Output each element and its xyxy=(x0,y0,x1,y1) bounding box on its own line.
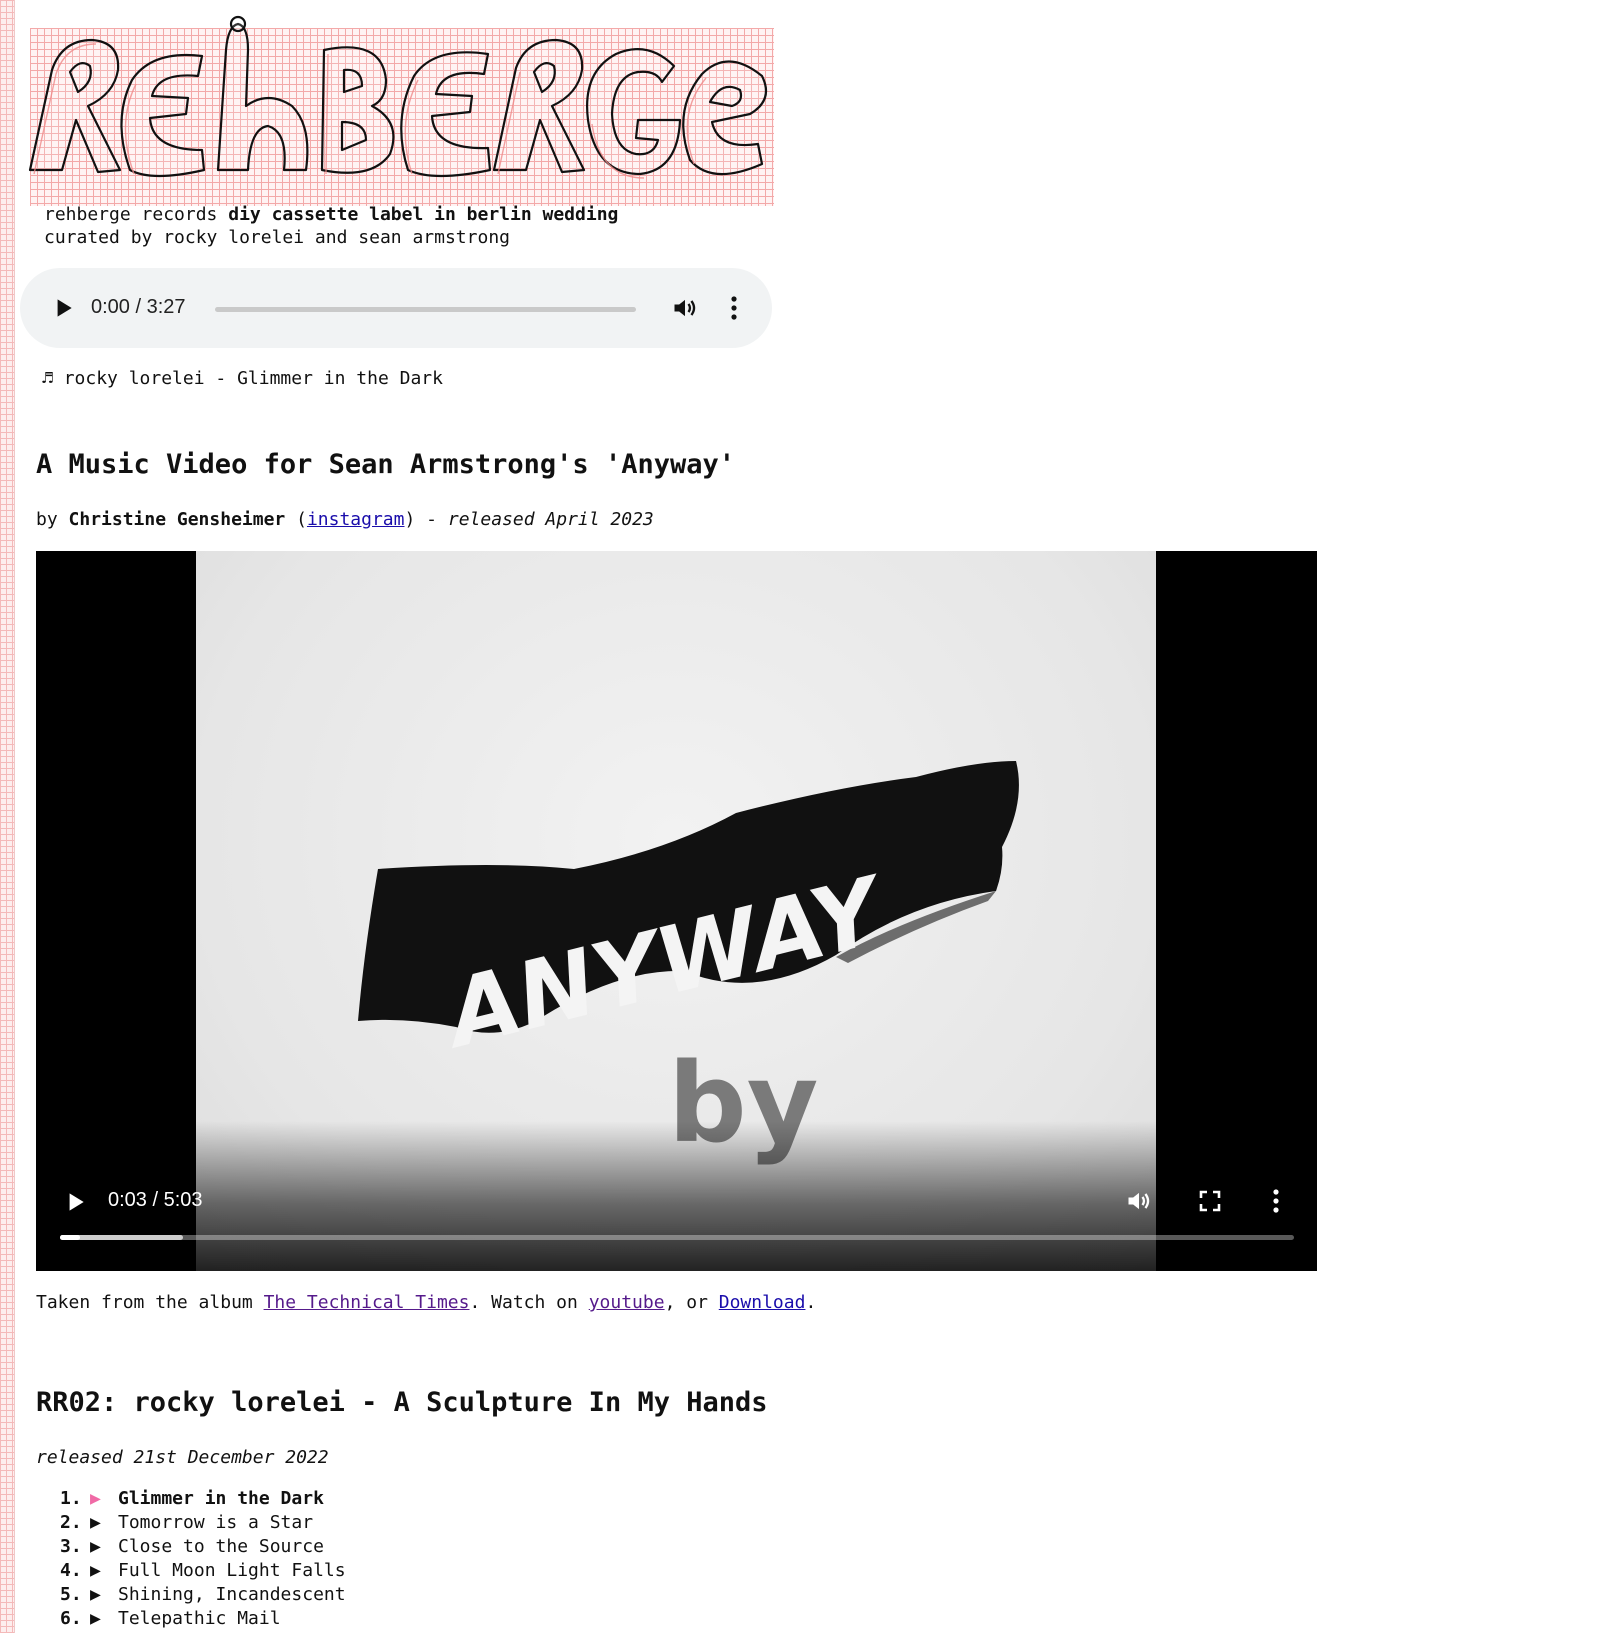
curated-by: curated by rocky lorelei and sean armstr… xyxy=(44,227,510,248)
download-link[interactable]: Download xyxy=(719,1292,806,1313)
caption-or: , or xyxy=(664,1292,719,1313)
video-played xyxy=(60,1235,80,1240)
video-section-title: A Music Video for Sean Armstrong's 'Anyw… xyxy=(36,449,735,480)
audio-time: 0:00 / 3:27 xyxy=(91,296,186,318)
audio-player: 0:00 / 3:27 xyxy=(20,268,772,348)
video-volume-icon[interactable] xyxy=(1124,1187,1154,1215)
play-arrow-icon[interactable]: ▶ xyxy=(90,1583,118,1607)
album-title: RR02: rocky lorelei - A Sculpture In My … xyxy=(36,1387,768,1418)
play-arrow-icon[interactable]: ▶ xyxy=(90,1511,118,1535)
play-arrow-icon[interactable]: ▶ xyxy=(90,1559,118,1583)
play-icon[interactable] xyxy=(50,295,76,321)
fullscreen-icon[interactable] xyxy=(1198,1189,1222,1213)
album-link[interactable]: The Technical Times xyxy=(264,1292,470,1313)
rehberge-logo xyxy=(22,10,774,206)
play-arrow-icon[interactable]: ▶ xyxy=(90,1607,118,1631)
byline-close-paren: ) - xyxy=(404,509,448,530)
track-title: Tomorrow is a Star xyxy=(118,1512,314,1533)
track-title: Full Moon Light Falls xyxy=(118,1560,346,1581)
music-note-icon: ♬ xyxy=(42,368,53,389)
track-number: 4. xyxy=(60,1560,82,1581)
video-caption: Taken from the album The Technical Times… xyxy=(36,1292,816,1313)
instagram-link[interactable]: instagram xyxy=(307,509,405,530)
more-options-icon[interactable] xyxy=(728,294,740,322)
track-title: Close to the Source xyxy=(118,1536,324,1557)
video-release-date: released April 2023 xyxy=(447,509,654,530)
youtube-link[interactable]: youtube xyxy=(589,1292,665,1313)
video-play-icon[interactable] xyxy=(62,1189,88,1215)
track-item[interactable]: 6. ▶ Telepathic Mail xyxy=(60,1607,346,1631)
video-more-options-icon[interactable] xyxy=(1270,1187,1282,1215)
caption-mid: . Watch on xyxy=(469,1292,589,1313)
page-grid-strip xyxy=(0,0,15,1633)
byline-open-paren: ( xyxy=(285,509,307,530)
video-author: Christine Gensheimer xyxy=(68,509,286,530)
track-number: 5. xyxy=(60,1584,82,1605)
video-time: 0:03 / 5:03 xyxy=(108,1189,203,1211)
track-number: 6. xyxy=(60,1608,82,1629)
tracklist: 1. ▶ Glimmer in the Dark 2. ▶ Tomorrow is a … xyxy=(60,1487,346,1631)
now-playing-text: rocky lorelei - Glimmer in the Dark xyxy=(63,368,443,389)
track-title: Telepathic Mail xyxy=(118,1608,281,1629)
tagline-plain: rehberge records xyxy=(44,204,229,225)
track-number: 1. xyxy=(60,1488,82,1509)
caption-end: . xyxy=(805,1292,817,1313)
track-item[interactable]: 5. ▶ Shining, Incandescent xyxy=(60,1583,346,1607)
tagline-bold: diy cassette label in berlin wedding xyxy=(228,204,619,225)
video-progress-bar[interactable] xyxy=(60,1235,1294,1240)
audio-progress-bar[interactable] xyxy=(215,307,636,312)
video-player[interactable]: ANYWAY by 0:03 / 5:03 xyxy=(36,551,1317,1271)
album-release-date: released 21st December 2022 xyxy=(36,1447,329,1468)
track-item[interactable]: 4. ▶ Full Moon Light Falls xyxy=(60,1559,346,1583)
play-arrow-icon[interactable]: ▶ xyxy=(90,1535,118,1559)
track-title: Shining, Incandescent xyxy=(118,1584,346,1605)
volume-icon[interactable] xyxy=(670,294,700,322)
track-item[interactable]: 2. ▶ Tomorrow is a Star xyxy=(60,1511,346,1535)
caption-prefix: Taken from the album xyxy=(36,1292,264,1313)
site-tagline: rehberge records diy cassette label in b… xyxy=(44,203,618,249)
track-number: 2. xyxy=(60,1512,82,1533)
now-playing: ♬ rocky lorelei - Glimmer in the Dark xyxy=(42,368,443,389)
track-item[interactable]: 1. ▶ Glimmer in the Dark xyxy=(60,1487,346,1511)
track-title: Glimmer in the Dark xyxy=(118,1488,324,1509)
video-byline: by Christine Gensheimer (instagram) - re… xyxy=(36,509,654,530)
byline-prefix: by xyxy=(36,509,69,530)
track-item[interactable]: 3. ▶ Close to the Source xyxy=(60,1535,346,1559)
play-arrow-icon[interactable]: ▶ xyxy=(90,1487,118,1511)
track-number: 3. xyxy=(60,1536,82,1557)
logo-lettering xyxy=(28,15,768,179)
